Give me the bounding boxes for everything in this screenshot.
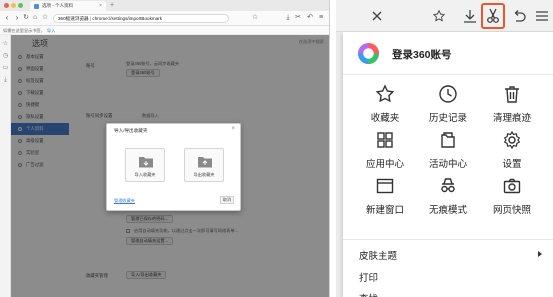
bookmark-bar: 如需在这里显示书签， 导入 [0,26,329,35]
scissors-icon[interactable]: ✂ [293,13,303,23]
export-bookmarks-card[interactable]: 导出收藏夹 [184,148,224,182]
menu-item-incognito[interactable]: 无痕模式 [416,176,480,224]
settings-tab-icon [34,4,39,9]
apps-icon [377,132,393,148]
star-icon[interactable] [428,5,450,27]
dialog-cancel-button[interactable]: 取消 [220,196,234,204]
menu-item-activity[interactable]: 活动中心 [416,130,480,178]
download-rail-icon[interactable]: ⤓ [2,77,9,84]
import-bookmarks-label: 导入收藏夹 [134,172,156,177]
favorites-rail-icon[interactable]: ☆ [2,41,9,48]
undo-icon[interactable] [508,5,530,27]
menu-item-clock[interactable]: 历史记录 [416,84,480,132]
menu-item-label: 新建窗口 [365,205,404,216]
menu-item-star[interactable]: 收藏夹 [353,84,417,132]
dialog-title: 导入/导出收藏夹 [114,128,148,133]
menu-item-label: 网页快照 [492,205,531,216]
login-360-label: 登录360账号 [392,49,452,61]
menu-item-label: 历史记录 [428,113,467,124]
export-folder-icon [198,157,212,168]
undo-icon[interactable]: ↶ [305,13,315,23]
download-icon[interactable]: ⤓ [283,13,293,23]
menu-item-gear[interactable]: 设置 [480,130,544,178]
activity-icon [441,132,455,148]
tab-close-icon[interactable]: × [99,1,102,11]
browser-toolbar: ‹ › ↻ ⌂ ☆ 360极速浏览器 | chrome://settings/i… [0,11,329,26]
star-icon [375,84,395,103]
gear-icon [503,130,521,150]
side-rail: ☆ ◷ ▭ ⤓ [0,35,11,297]
scissors-icon[interactable] [481,3,505,29]
menu-item-label: 活动中心 [428,159,467,170]
manage-bookmarks-link[interactable]: 管理收藏夹 [114,198,135,204]
title-bar: 选项 - 个人资料 × + [0,0,329,11]
import-bookmarks-card[interactable]: 导入收藏夹 [125,148,165,182]
close-window-button[interactable] [4,3,9,8]
import-export-dialog: 导入/导出收藏夹 × 导入收藏夹 导出收藏夹 管理收藏夹 取消 [106,123,241,211]
menu-item-print[interactable]: 打印 [359,270,378,284]
export-bookmarks-label: 导出收藏夹 [193,172,215,177]
menu-item-label: 设置 [502,159,522,170]
clock-icon [439,85,457,103]
trash-icon [505,86,519,103]
history-rail-icon[interactable]: ◷ [2,53,9,60]
menu-item-label: 清理痕迹 [492,113,531,124]
import-folder-icon [139,157,153,168]
menu-icon[interactable] [531,5,553,27]
home-icon[interactable]: ⌂ [30,13,40,23]
camera-icon [503,178,521,194]
submenu-arrow-icon [538,251,542,257]
incognito-icon [441,178,455,193]
download-icon[interactable] [459,5,481,27]
zoomed-toolbar [336,0,553,32]
address-path: chrome://settings/importBookmark [92,16,163,21]
minimize-window-button[interactable] [11,3,16,8]
menu-item-trash[interactable]: 清理痕迹 [480,84,544,132]
menu-item-apps[interactable]: 应用中心 [353,130,417,178]
menu-item-label: 收藏夹 [370,113,400,124]
menu-item-label: 无痕模式 [428,205,467,216]
import-bookmarks-link[interactable]: 导入 [47,28,55,33]
browser-window: 选项 - 个人资料 × + ‹ › ↻ ⌂ ☆ 360极速浏览器 | chrom… [0,0,330,297]
back-icon[interactable]: ‹ [2,13,12,23]
menu-item-window[interactable]: 新建窗口 [353,176,417,224]
bookmark-star-icon[interactable]: ☆ [250,13,260,23]
main-menu: 登录360账号 收藏夹 历史记录 清理痕迹应用中心 活动中心 设置新建窗口 无痕模式 网页快… [343,32,553,297]
menu-item-label: 应用中心 [365,159,404,170]
360-logo-icon [357,42,380,65]
address-prefix: 360极速浏览器 [58,16,89,21]
zoom-window-button[interactable] [18,3,23,8]
bookmark-bar-text: 如需在这里显示书签， [3,28,45,33]
menu-item-find[interactable]: 查找 [359,291,378,297]
browser-menu-panel: 登录360账号 收藏夹 历史记录 清理痕迹应用中心 活动中心 设置新建窗口 无痕模式 网页快… [336,0,553,297]
divider [343,74,553,75]
divider [343,239,553,240]
tab-settings[interactable]: 选项 - 个人资料 × [30,1,106,11]
menu-icon[interactable]: ≡ [316,13,326,23]
star-icon[interactable]: ☆ [40,13,50,23]
menu-item-theme[interactable]: 皮肤主题 [359,248,397,262]
dialog-close-icon[interactable]: × [231,126,235,132]
close-icon[interactable] [366,5,388,27]
new-tab-button[interactable]: + [110,0,114,11]
address-bar[interactable]: 360极速浏览器 | chrome://settings/importBookm… [53,14,229,23]
window-icon [376,178,394,194]
notes-rail-icon[interactable]: ▭ [2,65,9,72]
menu-item-camera[interactable]: 网页快照 [480,176,544,224]
tab-title: 选项 - 个人资料 [42,3,73,8]
